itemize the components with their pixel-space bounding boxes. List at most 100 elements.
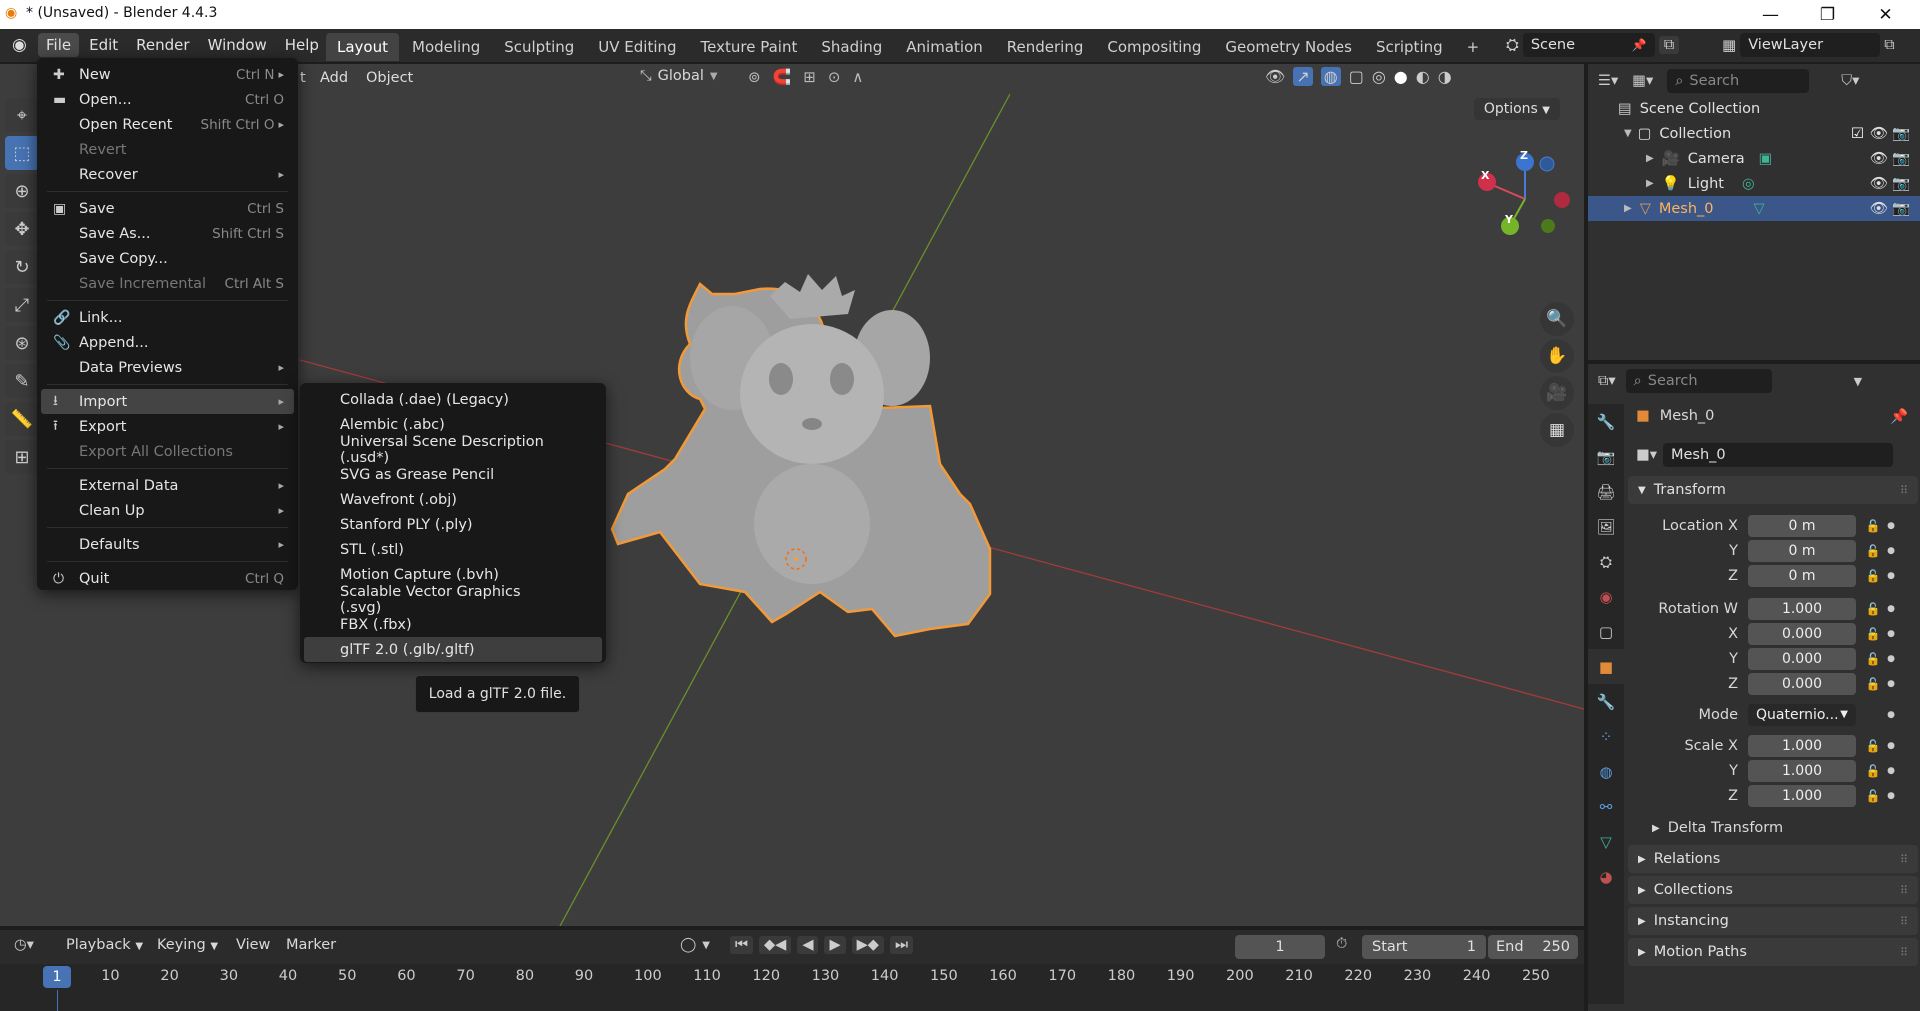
particles-tab-icon[interactable]: ⁘ [1588,719,1624,754]
menu-object[interactable]: Object [366,70,413,86]
drag-handle-icon[interactable]: ⠿ [1900,484,1908,497]
eye-icon[interactable]: 👁 [1870,125,1888,142]
import-collada-dae-legacy[interactable]: Collada (.dae) (Legacy) [304,387,602,412]
delta-transform-subpanel[interactable]: ▶ Delta Transform [1628,814,1918,842]
collection-tab-icon[interactable]: ▢ [1588,614,1624,649]
close-button[interactable]: ✕ [1858,0,1913,29]
eye-icon[interactable]: 👁 [1870,175,1888,192]
next-keyframe-icon[interactable]: ▶◆ [851,936,884,954]
scale-z-field[interactable]: 1.000 [1748,784,1856,807]
add-cube-tool-icon[interactable]: ⊞ [5,440,39,474]
import-svg-as-grease-pencil[interactable]: SVG as Grease Pencil [304,462,602,487]
timeline-editor-icon[interactable]: ◷▾ [14,937,34,953]
lock-icon[interactable]: 🔓 [1862,677,1884,691]
scene-field[interactable]: Scene 📌 [1522,33,1655,57]
viewlayer-field[interactable]: ViewLayer [1740,33,1881,57]
tab-layout[interactable]: Layout [326,33,399,61]
keyframe-dot-icon[interactable]: ● [1884,521,1898,531]
scene-tab-icon[interactable]: ⛭ [1588,544,1624,579]
panel-relations[interactable]: ▶ Relations ⠿ [1628,845,1918,873]
physics-tab-icon[interactable]: ◍ [1588,754,1624,789]
cursor-tool-icon[interactable]: ⌖ [5,98,39,132]
lock-icon[interactable]: 🔓 [1862,627,1884,641]
outliner-search-input[interactable]: ⌕ Search [1667,69,1810,93]
drag-handle-icon[interactable]: ⠿ [1900,853,1908,866]
add-workspace-button[interactable]: + [1456,33,1491,61]
proportional-edit-icon[interactable]: ⊙ [828,68,841,86]
menu-help[interactable]: Help [277,33,327,57]
panel-motion-paths[interactable]: ▶ Motion Paths ⠿ [1628,938,1918,966]
drag-handle-icon[interactable]: ⠿ [1900,915,1908,928]
file-menu-external-data[interactable]: External Data ▸ [41,473,294,498]
display-mode-icon[interactable]: ▦▾ [1632,73,1653,89]
new-viewlayer-icon[interactable]: ⧉ [1884,37,1894,53]
play-reverse-icon[interactable]: ◀ [797,936,819,954]
lock-icon[interactable]: 🔓 [1862,602,1884,616]
transform-tool-icon[interactable]: ⊛ [5,326,39,360]
file-menu-save-as[interactable]: Save As... Shift Ctrl S [41,221,294,246]
material-shading-icon[interactable]: ◐ [1416,67,1430,86]
eye-icon[interactable]: 👁 [1870,150,1888,167]
menu-keying[interactable]: Keying ▼ [157,937,218,953]
tab-texture-paint[interactable]: Texture Paint [690,33,809,61]
menu-view[interactable]: View [236,937,270,953]
camera-view-icon[interactable]: 🎥 [1540,376,1574,410]
file-menu-save-copy[interactable]: Save Copy... [41,246,294,271]
lock-icon[interactable]: 🔓 [1862,544,1884,558]
tab-sculpting[interactable]: Sculpting [493,33,585,61]
snap-magnet-icon[interactable]: 🧲 [773,68,792,86]
tab-animation[interactable]: Animation [895,33,993,61]
xray-icon[interactable]: ▢ [1349,67,1364,86]
rendered-shading-icon[interactable]: ◑ [1438,67,1452,86]
menu-edit[interactable]: Edit [81,33,126,57]
expand-chevron-icon[interactable]: ▶ [1646,178,1654,189]
chevron-down-icon[interactable]: ▼ [702,940,710,951]
scale-y-field[interactable]: 1.000 [1748,759,1856,782]
end-frame-field[interactable]: End 250 [1488,935,1578,959]
select-box-tool-icon[interactable]: ⬚ [5,136,39,170]
keyframe-dot-icon[interactable]: ● [1884,571,1898,581]
file-menu-open[interactable]: ▬ Open... Ctrl O [41,87,294,112]
menu-window[interactable]: Window [200,33,275,57]
pin-icon[interactable]: 📌 [1890,408,1908,425]
new-scene-icon[interactable]: ⧉ [1658,36,1680,54]
camera-render-icon[interactable]: 📷 [1892,175,1910,192]
import-gltf-2-0-glb-gltf[interactable]: glTF 2.0 (.glb/.gltf) [304,637,602,662]
tab-modeling[interactable]: Modeling [401,33,491,61]
menu-playback[interactable]: Playback ▼ [66,937,143,953]
file-menu-recover[interactable]: Recover ▸ [41,162,294,187]
properties-search-input[interactable]: ⌕ Search [1625,369,1772,393]
pin-icon[interactable]: 📌 [1632,38,1647,52]
drag-handle-icon[interactable]: ⠿ [1900,884,1908,897]
import-universal-scene-description-usd[interactable]: Universal Scene Description (.usd*) [304,434,602,466]
output-tab-icon[interactable]: 🖨 [1588,474,1624,509]
record-icon[interactable]: ◯ [680,937,696,953]
maximize-button[interactable]: ❐ [1800,0,1855,29]
keyframe-dot-icon[interactable]: ● [1884,766,1898,776]
file-menu-quit[interactable]: ⏻ Quit Ctrl Q [41,566,294,591]
tab-rendering[interactable]: Rendering [996,33,1095,61]
panel-instancing[interactable]: ▶ Instancing ⠿ [1628,907,1918,935]
view-menu-partial[interactable]: t [300,70,306,86]
camera-render-icon[interactable]: 📷 [1892,150,1910,167]
file-menu-clean-up[interactable]: Clean Up ▸ [41,498,294,523]
camera-render-icon[interactable]: 📷 [1892,200,1910,217]
location-x-field[interactable]: 0 m [1748,514,1856,537]
zoom-icon[interactable]: 🔍 [1540,302,1574,336]
move-tool-icon[interactable]: ✥ [5,212,39,246]
filter-icon[interactable]: ⛉▾ [1841,73,1859,89]
view-layer-tab-icon[interactable]: 🖼 [1588,509,1624,544]
tab-geometry-nodes[interactable]: Geometry Nodes [1214,33,1363,61]
tab-scripting[interactable]: Scripting [1365,33,1454,61]
file-menu-link[interactable]: 🔗 Link... [41,305,294,330]
keyframe-dot-icon[interactable]: ● [1884,604,1898,614]
lock-icon[interactable]: 🔓 [1862,739,1884,753]
light-data-icon[interactable]: ◎ [1742,176,1755,192]
scene-icon[interactable]: ⛭ [1506,35,1519,55]
lock-icon[interactable]: 🔓 [1862,519,1884,533]
location-z-field[interactable]: 0 m [1748,564,1856,587]
camera-data-icon[interactable]: ▣ [1759,151,1773,167]
gizmo-toggle-icon[interactable]: ↗ [1293,67,1313,86]
menu-render[interactable]: Render [128,33,197,57]
menu-marker[interactable]: Marker [286,937,336,953]
